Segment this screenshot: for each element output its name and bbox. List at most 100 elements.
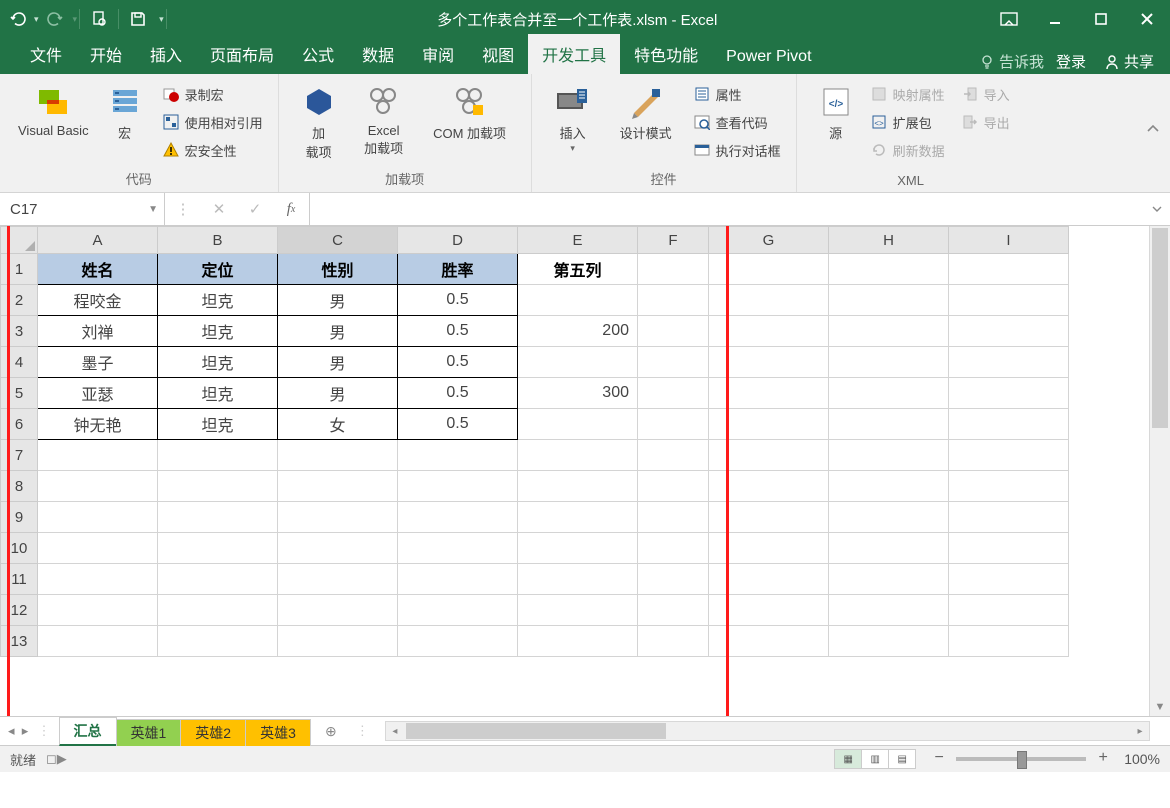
tell-me[interactable]: 告诉我	[979, 51, 1044, 72]
visual-basic-button[interactable]: Visual Basic	[12, 80, 95, 142]
zoom-slider[interactable]	[956, 757, 1086, 761]
column-header[interactable]: C	[278, 227, 398, 254]
print-preview-button[interactable]	[82, 0, 116, 38]
cell[interactable]	[518, 347, 638, 378]
column-header[interactable]: F	[638, 227, 709, 254]
tab-1[interactable]: 开始	[76, 34, 136, 74]
cell[interactable]	[398, 471, 518, 502]
cancel-formula-button[interactable]: ✕	[201, 193, 237, 225]
cell[interactable]	[709, 626, 829, 657]
cell[interactable]	[278, 471, 398, 502]
cell[interactable]	[38, 440, 158, 471]
cell[interactable]	[949, 285, 1069, 316]
cell[interactable]	[38, 471, 158, 502]
properties-button[interactable]: 属性	[690, 80, 784, 108]
cell[interactable]	[949, 409, 1069, 440]
cell[interactable]	[518, 440, 638, 471]
zoom-in-button[interactable]: +	[1094, 750, 1112, 768]
scroll-down-icon[interactable]: ▼	[1150, 698, 1170, 716]
relative-reference-button[interactable]: 使用相对引用	[159, 108, 266, 136]
row-header[interactable]: 8	[1, 471, 38, 502]
cell[interactable]	[638, 471, 709, 502]
cell[interactable]: 0.5	[398, 378, 518, 409]
cell[interactable]: 性别	[278, 254, 398, 285]
cell[interactable]	[638, 533, 709, 564]
cell[interactable]	[638, 595, 709, 626]
run-dialog-button[interactable]: 执行对话框	[690, 136, 784, 164]
cell[interactable]: 定位	[158, 254, 278, 285]
cell[interactable]	[158, 471, 278, 502]
sheet-tab[interactable]: 英雄3	[245, 719, 311, 746]
cell[interactable]	[949, 316, 1069, 347]
cell[interactable]: 坦克	[158, 285, 278, 316]
cell[interactable]: 0.5	[398, 316, 518, 347]
row-header[interactable]: 1	[1, 254, 38, 285]
cell[interactable]	[398, 626, 518, 657]
cell[interactable]: 200	[518, 316, 638, 347]
cell[interactable]	[709, 254, 829, 285]
row-header[interactable]: 9	[1, 502, 38, 533]
cell[interactable]	[949, 626, 1069, 657]
cell[interactable]: 男	[278, 347, 398, 378]
row-header[interactable]: 5	[1, 378, 38, 409]
xml-import-button[interactable]: 导入	[958, 80, 1013, 108]
cell[interactable]	[158, 502, 278, 533]
cell[interactable]: 胜率	[398, 254, 518, 285]
scrollbar-thumb[interactable]	[1152, 228, 1168, 428]
new-sheet-button[interactable]: ⊕	[316, 722, 346, 741]
redo-button[interactable]	[39, 0, 73, 38]
cell[interactable]	[949, 533, 1069, 564]
horizontal-scrollbar[interactable]: ◂ ▸	[385, 721, 1150, 741]
cell[interactable]	[638, 254, 709, 285]
ribbon-display-options[interactable]	[986, 0, 1032, 38]
cell[interactable]	[638, 285, 709, 316]
cell[interactable]	[38, 595, 158, 626]
cell[interactable]	[638, 564, 709, 595]
tab-9[interactable]: 特色功能	[620, 34, 712, 74]
cell[interactable]: 300	[518, 378, 638, 409]
cell[interactable]	[518, 626, 638, 657]
cell[interactable]	[638, 502, 709, 533]
cell[interactable]	[38, 533, 158, 564]
map-properties-button[interactable]: 映射属性	[867, 80, 948, 108]
column-header[interactable]: G	[709, 227, 829, 254]
cell[interactable]	[949, 254, 1069, 285]
cell[interactable]	[278, 595, 398, 626]
macro-security-button[interactable]: 宏安全性	[159, 136, 266, 164]
cell[interactable]	[949, 347, 1069, 378]
cell[interactable]	[398, 564, 518, 595]
cell[interactable]	[829, 347, 949, 378]
column-header[interactable]: A	[38, 227, 158, 254]
cell[interactable]	[158, 440, 278, 471]
enter-formula-button[interactable]: ✓	[237, 193, 273, 225]
cell[interactable]	[949, 595, 1069, 626]
collapse-ribbon-button[interactable]	[1146, 122, 1160, 136]
cell[interactable]	[949, 471, 1069, 502]
minimize-button[interactable]	[1032, 0, 1078, 38]
cell[interactable]	[158, 626, 278, 657]
macro-record-status-icon[interactable]: ◻▶	[46, 751, 67, 767]
cell[interactable]	[829, 626, 949, 657]
cell[interactable]	[709, 347, 829, 378]
cell[interactable]	[278, 533, 398, 564]
cell[interactable]	[829, 595, 949, 626]
sign-in[interactable]: 登录	[1050, 49, 1092, 74]
cell[interactable]	[829, 440, 949, 471]
cell[interactable]	[158, 533, 278, 564]
cell[interactable]	[709, 502, 829, 533]
cell[interactable]: 姓名	[38, 254, 158, 285]
cell[interactable]	[709, 285, 829, 316]
cell[interactable]	[278, 564, 398, 595]
cell[interactable]	[518, 533, 638, 564]
row-header[interactable]: 2	[1, 285, 38, 316]
column-header[interactable]: D	[398, 227, 518, 254]
row-header[interactable]: 12	[1, 595, 38, 626]
cell[interactable]	[949, 378, 1069, 409]
tab-0[interactable]: 文件	[16, 34, 76, 74]
com-addins-button[interactable]: COM 加载项	[421, 80, 519, 146]
row-header[interactable]: 10	[1, 533, 38, 564]
cell[interactable]	[829, 502, 949, 533]
name-box[interactable]: C17▼	[0, 193, 165, 225]
insert-function-button[interactable]: fx	[273, 193, 309, 225]
cell[interactable]	[518, 471, 638, 502]
